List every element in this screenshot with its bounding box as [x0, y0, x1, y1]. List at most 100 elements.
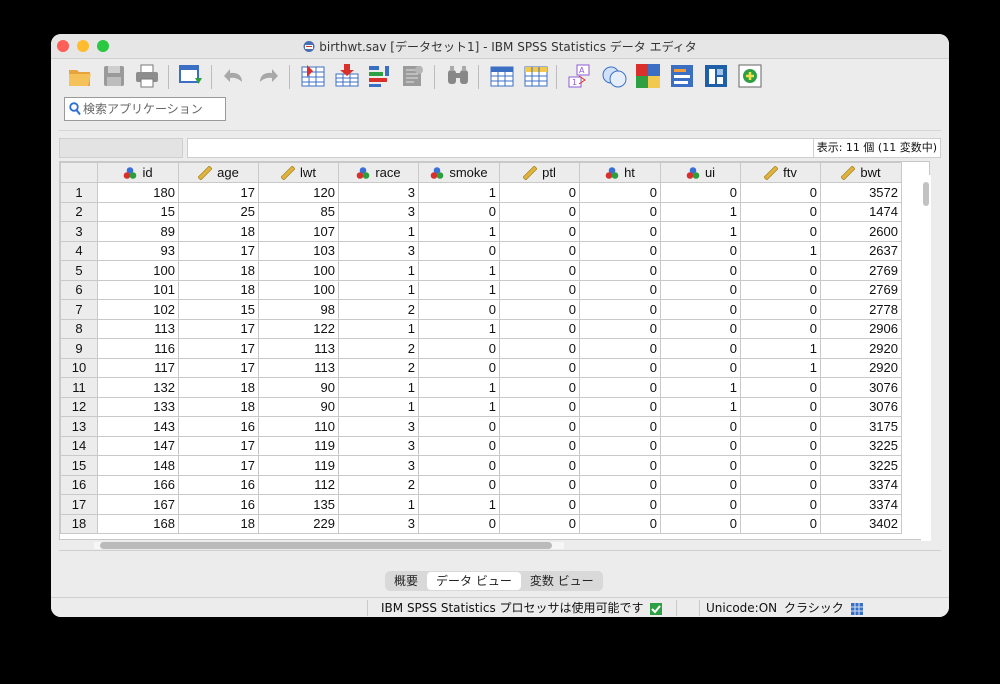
cell-lwt[interactable]: 100 — [258, 279, 339, 300]
column-header-ui[interactable]: ui — [660, 162, 741, 183]
cell-ui[interactable]: 0 — [660, 416, 741, 437]
row-number[interactable]: 14 — [60, 435, 98, 456]
cell-ui[interactable]: 0 — [660, 494, 741, 515]
cell-ht[interactable]: 0 — [579, 455, 661, 476]
cell-id[interactable]: 148 — [97, 455, 179, 476]
cell-ht[interactable]: 0 — [579, 182, 661, 203]
cell-age[interactable]: 18 — [178, 377, 259, 398]
cell-ui[interactable]: 1 — [660, 201, 741, 222]
cell-age[interactable]: 18 — [178, 279, 259, 300]
cell-id[interactable]: 100 — [97, 260, 179, 281]
undo-icon[interactable] — [220, 62, 248, 90]
row-number[interactable]: 9 — [60, 338, 98, 359]
cell-ht[interactable]: 0 — [579, 338, 661, 359]
cell-ptl[interactable]: 0 — [499, 240, 580, 261]
cell-race[interactable]: 3 — [338, 201, 419, 222]
save-icon[interactable] — [100, 62, 128, 90]
cell-smoke[interactable]: 0 — [418, 240, 500, 261]
horizontal-scrollbar[interactable] — [94, 542, 564, 549]
cell-race[interactable]: 1 — [338, 221, 419, 242]
tab-data-view[interactable]: データ ビュー — [427, 572, 521, 590]
cell-lwt[interactable]: 107 — [258, 221, 339, 242]
recall-dialog-icon[interactable] — [177, 62, 205, 90]
cell-ptl[interactable]: 0 — [499, 435, 580, 456]
cell-id[interactable]: 89 — [97, 221, 179, 242]
weight-cases-icon[interactable] — [600, 62, 628, 90]
cell-id[interactable]: 133 — [97, 396, 179, 417]
cell-ht[interactable]: 0 — [579, 299, 661, 320]
cell-ui[interactable]: 0 — [660, 513, 741, 534]
cell-race[interactable]: 2 — [338, 474, 419, 495]
goto-variable-icon[interactable] — [333, 62, 361, 90]
cell-id[interactable]: 180 — [97, 182, 179, 203]
cell-id[interactable]: 101 — [97, 279, 179, 300]
cell-bwt[interactable]: 2906 — [820, 318, 902, 339]
cell-ptl[interactable]: 0 — [499, 299, 580, 320]
use-variable-sets-icon[interactable] — [702, 62, 730, 90]
row-number[interactable]: 8 — [60, 318, 98, 339]
cell-ui[interactable]: 0 — [660, 182, 741, 203]
cell-race[interactable]: 1 — [338, 494, 419, 515]
cell-ftv[interactable]: 0 — [740, 318, 821, 339]
cell-smoke[interactable]: 1 — [418, 396, 500, 417]
cell-ftv[interactable]: 0 — [740, 435, 821, 456]
cell-id[interactable]: 102 — [97, 299, 179, 320]
tab-overview[interactable]: 概要 — [385, 571, 427, 591]
cell-lwt[interactable]: 100 — [258, 260, 339, 281]
cell-age[interactable]: 17 — [178, 318, 259, 339]
cell-lwt[interactable]: 103 — [258, 240, 339, 261]
cell-ftv[interactable]: 0 — [740, 182, 821, 203]
cell-smoke[interactable]: 1 — [418, 221, 500, 242]
cell-ftv[interactable]: 1 — [740, 357, 821, 378]
cell-ftv[interactable]: 0 — [740, 455, 821, 476]
cell-ht[interactable]: 0 — [579, 396, 661, 417]
row-number[interactable]: 13 — [60, 416, 98, 437]
cell-age[interactable]: 18 — [178, 260, 259, 281]
cell-lwt[interactable]: 110 — [258, 416, 339, 437]
cell-ui[interactable]: 0 — [660, 240, 741, 261]
cell-ptl[interactable]: 0 — [499, 260, 580, 281]
cell-lwt[interactable]: 85 — [258, 201, 339, 222]
cell-bwt[interactable]: 3225 — [820, 435, 902, 456]
row-number[interactable]: 11 — [60, 377, 98, 398]
cell-race[interactable]: 3 — [338, 513, 419, 534]
row-number[interactable]: 5 — [60, 260, 98, 281]
cell-age[interactable]: 17 — [178, 435, 259, 456]
cell-race[interactable]: 2 — [338, 357, 419, 378]
cell-bwt[interactable]: 2600 — [820, 221, 902, 242]
cell-ptl[interactable]: 0 — [499, 318, 580, 339]
cell-id[interactable]: 113 — [97, 318, 179, 339]
cell-age[interactable]: 17 — [178, 338, 259, 359]
cell-id[interactable]: 117 — [97, 357, 179, 378]
cell-ui[interactable]: 1 — [660, 221, 741, 242]
cell-lwt[interactable]: 113 — [258, 357, 339, 378]
cell-age[interactable]: 17 — [178, 182, 259, 203]
cell-smoke[interactable]: 1 — [418, 279, 500, 300]
cell-age[interactable]: 16 — [178, 416, 259, 437]
cell-bwt[interactable]: 3076 — [820, 396, 902, 417]
cell-ftv[interactable]: 0 — [740, 416, 821, 437]
spell-check-icon[interactable] — [736, 62, 764, 90]
cell-ptl[interactable]: 0 — [499, 474, 580, 495]
cell-lwt[interactable]: 98 — [258, 299, 339, 320]
cell-race[interactable]: 1 — [338, 279, 419, 300]
cell-id[interactable]: 15 — [97, 201, 179, 222]
cell-race[interactable]: 1 — [338, 377, 419, 398]
cell-age[interactable]: 15 — [178, 299, 259, 320]
cell-smoke[interactable]: 0 — [418, 435, 500, 456]
cell-ftv[interactable]: 1 — [740, 338, 821, 359]
cell-lwt[interactable]: 135 — [258, 494, 339, 515]
cell-smoke[interactable]: 0 — [418, 474, 500, 495]
cell-age[interactable]: 25 — [178, 201, 259, 222]
cell-ui[interactable]: 0 — [660, 260, 741, 281]
cell-lwt[interactable]: 112 — [258, 474, 339, 495]
cell-ftv[interactable]: 0 — [740, 260, 821, 281]
cell-smoke[interactable]: 0 — [418, 455, 500, 476]
cell-race[interactable]: 3 — [338, 182, 419, 203]
cell-smoke[interactable]: 0 — [418, 416, 500, 437]
row-number[interactable]: 1 — [60, 182, 98, 203]
cell-race[interactable]: 3 — [338, 416, 419, 437]
cell-bwt[interactable]: 3572 — [820, 182, 902, 203]
title-bar[interactable]: birthwt.sav [データセット1] - IBM SPSS Statist… — [51, 34, 949, 59]
cell-race[interactable]: 1 — [338, 318, 419, 339]
